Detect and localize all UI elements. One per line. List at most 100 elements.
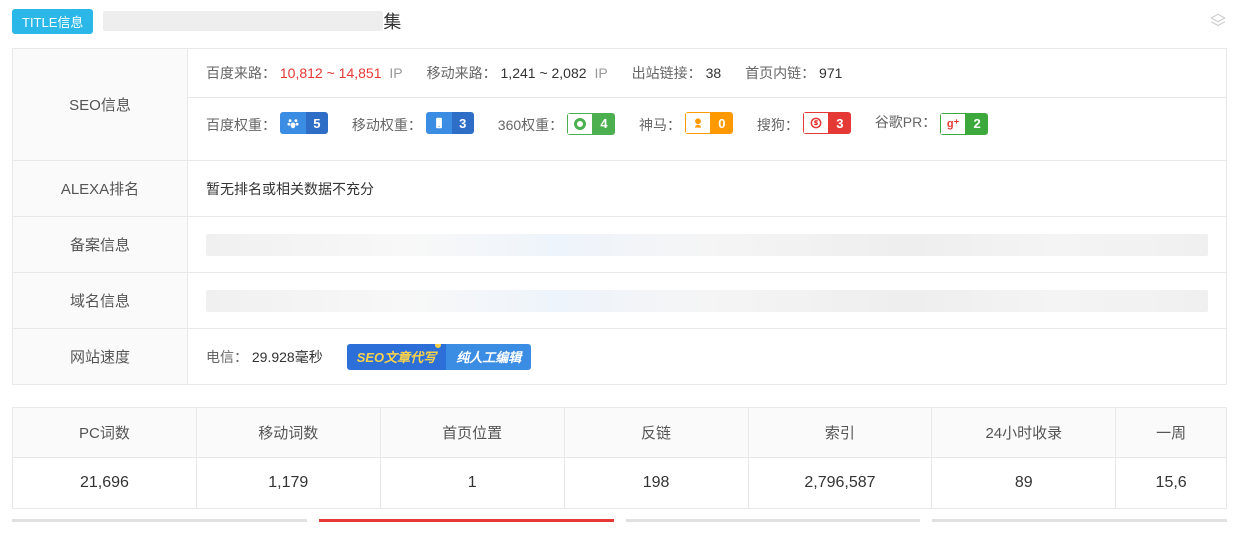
row-alexa-content: 暂无排名或相关数据不充分 (188, 161, 1226, 216)
stats-val: 2,796,587 (749, 458, 932, 508)
sogou-label: 搜狗： (757, 117, 799, 133)
row-alexa: ALEXA排名 暂无排名或相关数据不充分 (13, 161, 1226, 217)
stats-col-24h[interactable]: 24小时收录 89 (932, 408, 1116, 508)
stats-col-mobile[interactable]: 移动词数 1,179 (197, 408, 381, 508)
stats-val: 21,696 (13, 458, 196, 508)
baidu-source-label: 百度来路： (206, 65, 276, 81)
ip-suffix: IP (389, 65, 402, 81)
mobile-weight-value: 3 (452, 112, 474, 134)
speed-isp-label: 电信： (206, 349, 248, 365)
shenma-label: 神马： (639, 117, 681, 133)
seo-info-table: SEO信息 百度来路： 10,812 ~ 14,851 IP 移动来路： 1,2… (12, 48, 1227, 385)
stats-head: 索引 (749, 408, 932, 458)
weight-360-badge[interactable]: 4 (567, 113, 615, 135)
baidu-weight-badge[interactable]: 5 (280, 112, 328, 134)
row-speed-label: 网站速度 (13, 329, 188, 384)
row-alexa-label: ALEXA排名 (13, 161, 188, 216)
stats-col-week[interactable]: 一周 15,6 (1116, 408, 1227, 508)
bottom-color-bars (12, 519, 1227, 522)
sogou-badge[interactable]: 3 (803, 112, 851, 134)
beian-redacted (206, 234, 1208, 256)
outbound-value: 38 (706, 65, 722, 81)
seo-traffic-row: 百度来路： 10,812 ~ 14,851 IP 移动来路： 1,241 ~ 2… (188, 49, 1226, 97)
speed-metric: 电信： 29.928毫秒 (206, 347, 323, 367)
layers-icon[interactable] (1209, 12, 1227, 30)
row-beian-content (188, 217, 1226, 272)
mobile-weight-label: 移动权重： (352, 117, 422, 133)
row-beian-label: 备案信息 (13, 217, 188, 272)
shenma-icon (685, 112, 711, 134)
cbar-4 (932, 519, 1227, 522)
stats-col-homepage[interactable]: 首页位置 1 (381, 408, 565, 508)
sogou-icon (803, 112, 829, 134)
stats-val: 89 (932, 458, 1115, 508)
shenma-weight: 神马： 0 (639, 112, 733, 135)
stats-head: 24小时收录 (932, 408, 1115, 458)
weight-360-value: 4 (593, 113, 615, 135)
mobile-paw-icon (426, 112, 452, 134)
row-seo-content: 百度来路： 10,812 ~ 14,851 IP 移动来路： 1,241 ~ 2… (188, 49, 1226, 160)
seo-promo-part-b: 纯人工编辑 (446, 344, 531, 370)
cbar-3 (626, 519, 921, 522)
title-redacted (103, 11, 383, 31)
mobile-weight: 移动权重： 3 (352, 112, 474, 135)
stats-col-index[interactable]: 索引 2,796,587 (749, 408, 933, 508)
sogou-weight: 搜狗： 3 (757, 112, 851, 135)
row-seo: SEO信息 百度来路： 10,812 ~ 14,851 IP 移动来路： 1,2… (13, 49, 1226, 161)
stats-val: 1 (381, 458, 564, 508)
stats-col-pc[interactable]: PC词数 21,696 (13, 408, 197, 508)
homepage-links-label: 首页内链： (745, 65, 815, 81)
mobile-source-value: 1,241 ~ 2,082 (501, 65, 587, 81)
google-pr-label: 谷歌PR： (875, 114, 936, 130)
weight-360-label: 360权重： (498, 117, 563, 133)
stats-head: 一周 (1116, 408, 1226, 458)
gplus-icon: g⁺ (940, 113, 966, 135)
google-pr-value: 2 (966, 113, 988, 135)
stats-val: 1,179 (197, 458, 380, 508)
stats-col-backlinks[interactable]: 反链 198 (565, 408, 749, 508)
baidu-source-value: 10,812 ~ 14,851 (280, 65, 382, 81)
mobile-source: 移动来路： 1,241 ~ 2,082 IP (427, 63, 608, 83)
seo-promo-banner[interactable]: SEO文章代写 纯人工编辑 (347, 344, 531, 370)
baidu-weight-value: 5 (306, 112, 328, 134)
title-bar: TITLE信息 集 (0, 0, 1239, 42)
ring-icon (567, 113, 593, 135)
stats-val: 15,6 (1116, 458, 1226, 508)
mobile-source-label: 移动来路： (427, 65, 497, 81)
mobile-weight-badge[interactable]: 3 (426, 112, 474, 134)
ip-suffix-2: IP (594, 65, 607, 81)
row-seo-label: SEO信息 (13, 49, 188, 160)
stats-head: 首页位置 (381, 408, 564, 458)
speed-value: 29.928毫秒 (252, 349, 323, 365)
domain-redacted (206, 290, 1208, 312)
seo-weight-row: 百度权重： 5 移动权重： 3 (188, 97, 1226, 149)
alexa-value: 暂无排名或相关数据不充分 (206, 179, 374, 199)
stats-val: 198 (565, 458, 748, 508)
baidu-paw-icon (280, 112, 306, 134)
weight-360: 360权重： 4 (498, 113, 615, 135)
stats-head: 反链 (565, 408, 748, 458)
baidu-source: 百度来路： 10,812 ~ 14,851 IP (206, 63, 403, 83)
row-speed-content: 电信： 29.928毫秒 SEO文章代写 纯人工编辑 (188, 329, 1226, 384)
stats-head: PC词数 (13, 408, 196, 458)
shenma-badge[interactable]: 0 (685, 112, 733, 134)
outbound-links: 出站链接： 38 (632, 63, 721, 83)
homepage-links-value: 971 (819, 65, 842, 81)
row-domain-label: 域名信息 (13, 273, 188, 328)
baidu-weight: 百度权重： 5 (206, 112, 328, 135)
title-suffix: 集 (383, 8, 401, 34)
outbound-label: 出站链接： (632, 65, 702, 81)
stats-table: PC词数 21,696 移动词数 1,179 首页位置 1 反链 198 索引 … (12, 407, 1227, 509)
row-speed: 网站速度 电信： 29.928毫秒 SEO文章代写 纯人工编辑 (13, 329, 1226, 385)
title-tag: TITLE信息 (12, 9, 93, 34)
baidu-weight-label: 百度权重： (206, 117, 276, 133)
google-pr-badge[interactable]: g⁺ 2 (940, 113, 988, 135)
stats-head: 移动词数 (197, 408, 380, 458)
row-domain-content (188, 273, 1226, 328)
shenma-value: 0 (711, 112, 733, 134)
sogou-value: 3 (829, 112, 851, 134)
row-beian: 备案信息 (13, 217, 1226, 273)
homepage-links: 首页内链： 971 (745, 63, 842, 83)
row-domain: 域名信息 (13, 273, 1226, 329)
google-pr: 谷歌PR： g⁺ 2 (875, 112, 988, 135)
